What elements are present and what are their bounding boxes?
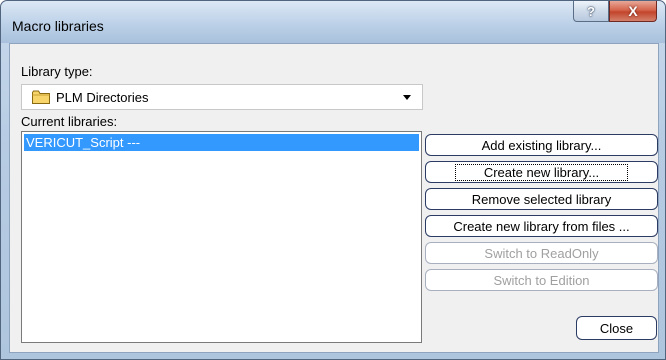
- library-type-dropdown[interactable]: PLM Directories: [21, 84, 423, 110]
- switch-to-readonly-label: Switch to ReadOnly: [484, 245, 599, 261]
- folder-icon: [32, 90, 50, 104]
- dropdown-arrow-icon[interactable]: [403, 95, 411, 100]
- window-title: Macro libraries: [12, 18, 104, 34]
- switch-to-edition-button: Switch to Edition: [425, 269, 658, 291]
- help-icon: ?: [587, 3, 595, 19]
- current-libraries-label: Current libraries:: [21, 114, 118, 129]
- create-library-from-files-button[interactable]: Create new library from files ...: [425, 215, 658, 237]
- create-library-from-files-label: Create new library from files ...: [453, 218, 630, 234]
- title-bar[interactable]: Macro libraries ? X: [1, 1, 665, 43]
- library-type-value: PLM Directories: [56, 90, 149, 105]
- remove-selected-library-label: Remove selected library: [471, 191, 612, 207]
- remove-selected-library-button[interactable]: Remove selected library: [425, 188, 658, 210]
- library-type-label: Library type:: [21, 64, 93, 79]
- switch-to-edition-label: Switch to Edition: [493, 272, 590, 288]
- list-item[interactable]: VERICUT_Script ---: [24, 134, 419, 151]
- create-new-library-label: Create new library...: [454, 163, 629, 181]
- help-button[interactable]: ?: [573, 1, 609, 22]
- current-libraries-list[interactable]: VERICUT_Script ---: [21, 131, 422, 343]
- window-close-button[interactable]: X: [609, 1, 657, 22]
- add-existing-library-button[interactable]: Add existing library...: [425, 134, 658, 156]
- close-button-label: Close: [599, 320, 634, 336]
- create-new-library-button[interactable]: Create new library...: [425, 161, 658, 183]
- switch-to-readonly-button: Switch to ReadOnly: [425, 242, 658, 264]
- add-existing-library-label: Add existing library...: [481, 137, 602, 153]
- close-icon: X: [628, 3, 638, 19]
- close-button[interactable]: Close: [576, 316, 657, 340]
